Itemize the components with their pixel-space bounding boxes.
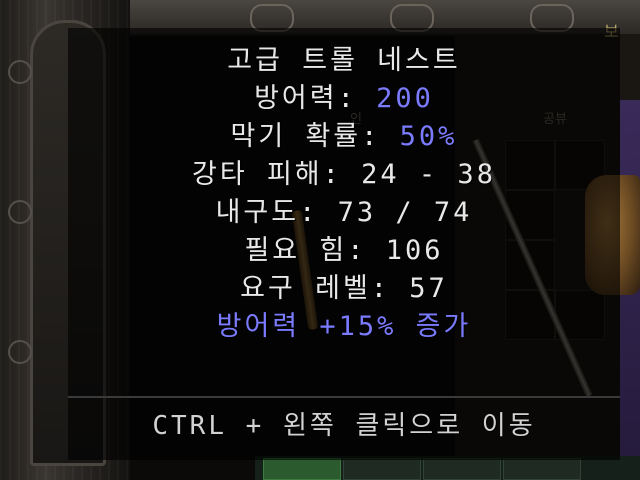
defense-value: 200 bbox=[376, 83, 434, 114]
footer-hint: CTRL + 왼쪽 클릭으로 이동 bbox=[152, 411, 536, 441]
block-value: 50% bbox=[399, 121, 458, 152]
item-name: 고급 트롤 네스트 bbox=[227, 45, 461, 76]
required-level: 요구 레벨: 57 bbox=[240, 273, 448, 304]
ornament-icon bbox=[8, 200, 32, 224]
tooltip-lines: 고급 트롤 네스트 방어력: 200 막기 확률: 50% 강타 피해: 24 … bbox=[68, 42, 620, 346]
magic-property: 방어력 +15% 증가 bbox=[216, 311, 472, 342]
belt-slot[interactable] bbox=[423, 458, 501, 480]
defense-line: 방어력: 200 bbox=[68, 80, 620, 118]
required-strength: 필요 힘: 106 bbox=[244, 235, 444, 266]
ornament-icon bbox=[8, 340, 32, 364]
item-tooltip: 고급 트롤 네스트 방어력: 200 막기 확률: 50% 강타 피해: 24 … bbox=[68, 28, 620, 460]
belt-slot[interactable] bbox=[343, 458, 421, 480]
belt-slot[interactable] bbox=[503, 458, 581, 480]
smite-damage: 강타 피해: 24 - 38 bbox=[192, 159, 496, 190]
block-line: 막기 확률: 50% bbox=[68, 118, 620, 156]
durability: 내구도: 73 / 74 bbox=[215, 197, 473, 228]
defense-label: 방어력: bbox=[254, 83, 377, 114]
ornament-icon bbox=[8, 60, 32, 84]
block-label: 막기 확률: bbox=[230, 121, 400, 152]
belt-slot[interactable] bbox=[263, 458, 341, 480]
tooltip-divider bbox=[68, 396, 620, 398]
